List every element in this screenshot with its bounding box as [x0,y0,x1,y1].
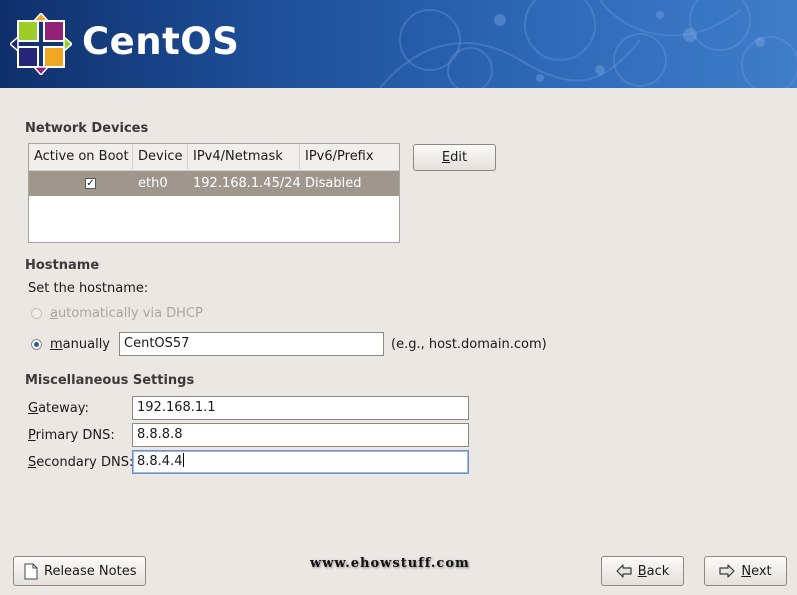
arrow-right-icon [719,564,735,578]
misc-settings-title: Miscellaneous Settings [25,373,195,388]
edit-button-label: dit [450,150,468,165]
next-button[interactable]: Next [704,556,787,586]
ipv6-cell: Disabled [305,176,362,191]
next-button-mnemonic: N [741,563,752,579]
hostname-example-hint: (e.g., host.domain.com) [391,337,547,352]
auto-dhcp-label: automatically via DHCP [50,306,203,321]
column-header-ipv4[interactable]: IPv4/Netmask [188,144,300,170]
text-caret [183,453,185,467]
hostname-prompt: Set the hostname: [28,281,149,296]
gateway-input[interactable]: 192.168.1.1 [132,396,469,420]
manual-label: manually [50,337,110,352]
active-on-boot-checkbox[interactable]: ✓ [85,178,96,189]
primary-dns-input[interactable]: 8.8.8.8 [132,423,469,447]
centos-logo-icon [10,13,72,75]
edit-button-mnemonic: E [441,150,451,165]
column-header-active-on-boot[interactable]: Active on Boot [29,144,133,170]
auto-dhcp-radio[interactable] [31,308,42,319]
release-notes-label: Release Notes [44,563,137,579]
watermark-text: www.ehowstuff.com [310,556,470,571]
network-devices-table[interactable]: Active on Boot Device IPv4/Netmask IPv6/… [28,143,400,243]
gateway-label: Gateway: [28,401,89,416]
back-button[interactable]: Back [601,556,684,586]
secondary-dns-value: 8.8.4.4 [137,454,183,469]
hostname-input[interactable]: CentOS57 [119,332,384,356]
secondary-dns-input[interactable]: 8.8.4.4 [132,450,469,474]
primary-dns-label: Primary DNS: [28,428,115,443]
secondary-dns-label: Secondary DNS: [28,455,134,470]
next-button-label: ext [751,563,772,579]
table-row[interactable]: ✓ eth0 192.168.1.45/24 Disabled [29,171,399,196]
edit-button[interactable]: Edit [413,144,496,171]
manual-radio[interactable] [31,339,42,350]
centos-brand-text: CentOS [82,20,240,63]
release-notes-button[interactable]: Release Notes [13,556,146,586]
installer-banner: CentOS [0,0,797,88]
document-icon [24,563,38,579]
back-button-mnemonic: B [637,563,647,579]
arrow-left-icon [616,564,632,578]
ipv4-cell: 192.168.1.45/24 [193,176,301,191]
network-devices-title: Network Devices [25,121,149,136]
column-header-ipv6[interactable]: IPv6/Prefix [300,144,399,170]
table-header: Active on Boot Device IPv4/Netmask IPv6/… [29,144,399,171]
column-header-device[interactable]: Device [133,144,188,170]
device-cell: eth0 [138,176,168,191]
hostname-title: Hostname [25,258,100,273]
back-button-label: ack [646,563,670,579]
